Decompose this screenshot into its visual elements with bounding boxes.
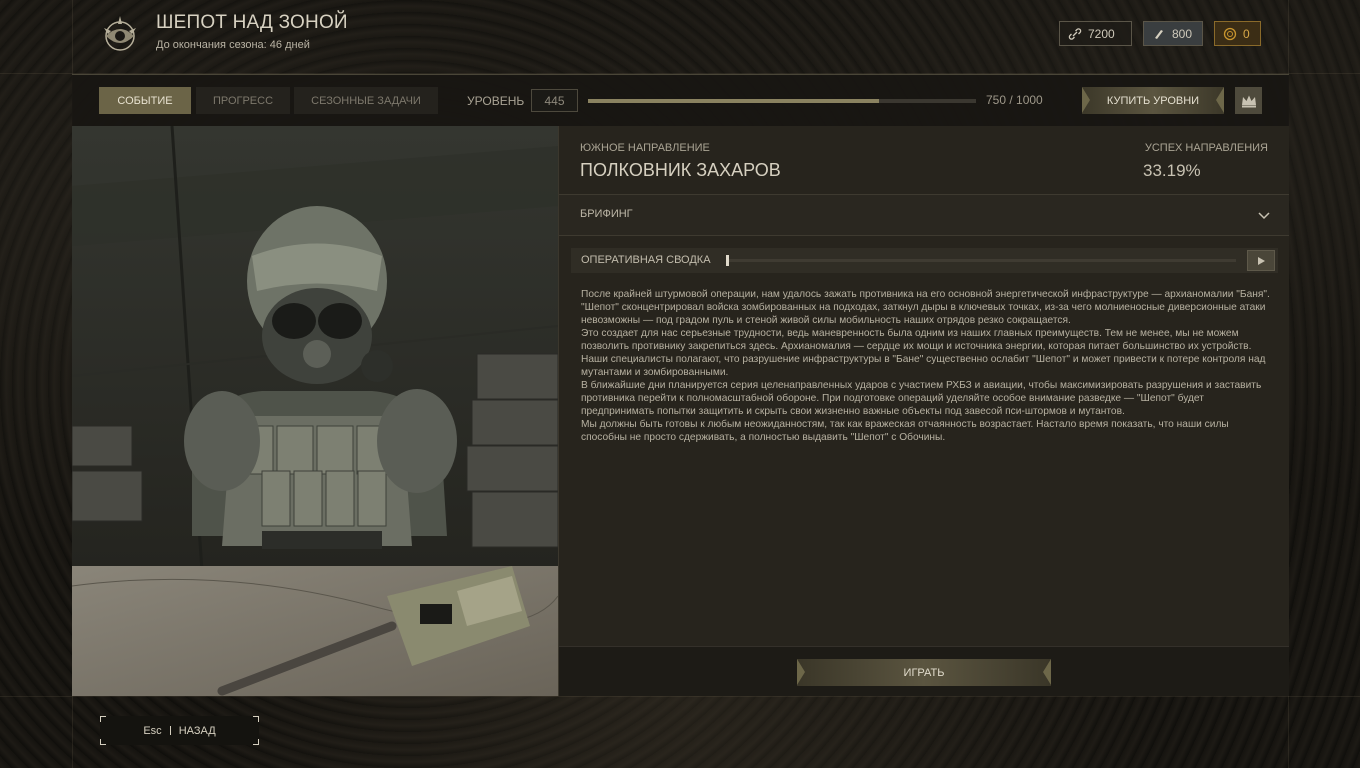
back-label: НАЗАД [178,724,216,737]
frame-corner [253,739,259,745]
currency-coin: 0 [1214,21,1261,46]
soldier-illustration [72,126,558,696]
briefing-text: После крайней штурмовой операции, нам уд… [581,288,1271,444]
season-timer: До окончания сезона: 46 дней [156,39,310,51]
chevron-down-icon [1258,212,1270,220]
buy-levels-button[interactable]: КУПИТЬ УРОВНИ [1082,87,1224,114]
currency-ammo: 800 [1143,21,1203,46]
coin-icon [1223,27,1237,40]
divider [559,235,1289,236]
currency-value: 0 [1243,26,1250,41]
audio-seek-handle[interactable] [726,255,729,266]
briefing-toggle[interactable]: БРИФИНГ [559,195,1289,235]
audio-play-button[interactable] [1247,250,1275,271]
crown-icon [1241,95,1256,107]
success-value: 33.19% [1143,161,1201,180]
frame-line [0,696,1360,697]
premium-button[interactable] [1235,87,1262,114]
audio-seek-bar[interactable] [726,259,1236,262]
direction-label: ЮЖНОЕ НАПРАВЛЕНИЕ [580,142,710,154]
level-label: УРОВЕНЬ [467,94,525,108]
page-title: ШЕПОТ НАД ЗОНОЙ [156,12,348,33]
briefing-panel: ЮЖНОЕ НАПРАВЛЕНИЕ ПОЛКОВНИК ЗАХАРОВ УСПЕ… [558,126,1289,696]
play-button[interactable]: ИГРАТЬ [797,659,1051,686]
back-key: Esc [143,724,162,737]
frame-corner [100,716,106,722]
ammo-icon [1155,29,1163,39]
currency-link: 7200 [1059,21,1132,46]
currency-value: 800 [1172,26,1193,41]
faction-emblem-icon [104,16,136,51]
play-icon [1258,256,1265,265]
audio-briefing-player: ОПЕРАТИВНАЯ СВОДКА [571,248,1278,273]
level-progress-count: 750 / 1000 [986,93,1043,107]
level-progress-bar [588,99,976,103]
link-icon [1068,27,1082,40]
success-label: УСПЕХ НАПРАВЛЕНИЯ [1144,142,1268,154]
direction-commander: ПОЛКОВНИК ЗАХАРОВ [580,160,781,180]
season-topbar: СОБЫТИЕ ПРОГРЕСС СЕЗОННЫЕ ЗАДАЧИ УРОВЕНЬ… [72,74,1289,126]
tab-event[interactable]: СОБЫТИЕ [99,87,191,114]
level-value: 445 [531,89,578,112]
currency-value: 7200 [1088,26,1115,41]
tab-season-tasks[interactable]: СЕЗОННЫЕ ЗАДАЧИ [294,87,438,114]
audio-label: ОПЕРАТИВНАЯ СВОДКА [581,254,711,266]
character-scene [72,126,558,696]
briefing-paragraph: В ближайшие дни планируется серия целена… [581,380,1262,417]
tab-progress[interactable]: ПРОГРЕСС [196,87,290,114]
briefing-label: БРИФИНГ [580,208,633,220]
panel-footer: ИГРАТЬ [559,646,1289,696]
briefing-paragraph: Мы должны быть готовы к любым неожиданно… [581,419,1229,443]
level-progress-fill [588,99,879,103]
briefing-paragraph: Это создает для нас серьезные трудности,… [581,328,1266,378]
back-button[interactable]: Esc НАЗАД [100,716,259,745]
frame-corner [253,716,259,722]
briefing-paragraph: После крайней штурмовой операции, нам уд… [581,289,1270,326]
separator [169,726,171,735]
frame-corner [100,739,106,745]
